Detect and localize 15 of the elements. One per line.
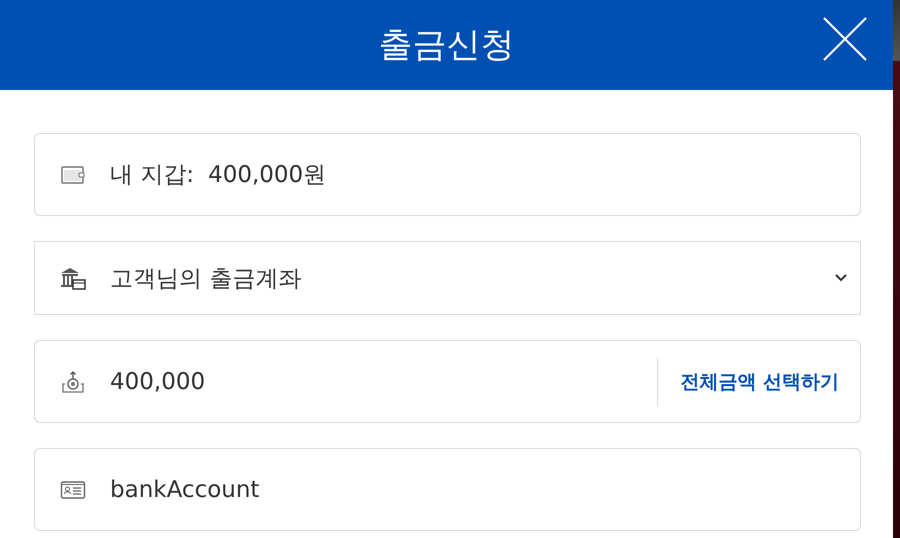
coin-withdraw-icon (60, 368, 86, 394)
close-icon (823, 17, 867, 61)
amount-field[interactable]: 400,000 전체금액 선택하기 (34, 340, 861, 423)
dialog-title: 출금신청 (378, 24, 514, 67)
close-button[interactable] (823, 17, 867, 61)
wallet-amount: 400,000원 (208, 161, 326, 190)
select-value: 고객님의 출금계좌 (110, 264, 302, 294)
select-all-amount-button[interactable]: 전체금액 선택하기 (680, 368, 839, 394)
amount-input[interactable]: 400,000 (110, 368, 658, 394)
account-select[interactable]: 고객님의 출금계좌 (34, 241, 861, 315)
bank-account-input[interactable]: bankAccount (110, 476, 838, 502)
caret-icon (834, 273, 848, 283)
bank-icon (60, 265, 86, 291)
wallet-label: 내 지갑: (110, 161, 194, 190)
bank-account-field[interactable]: bankAccount (34, 448, 861, 531)
